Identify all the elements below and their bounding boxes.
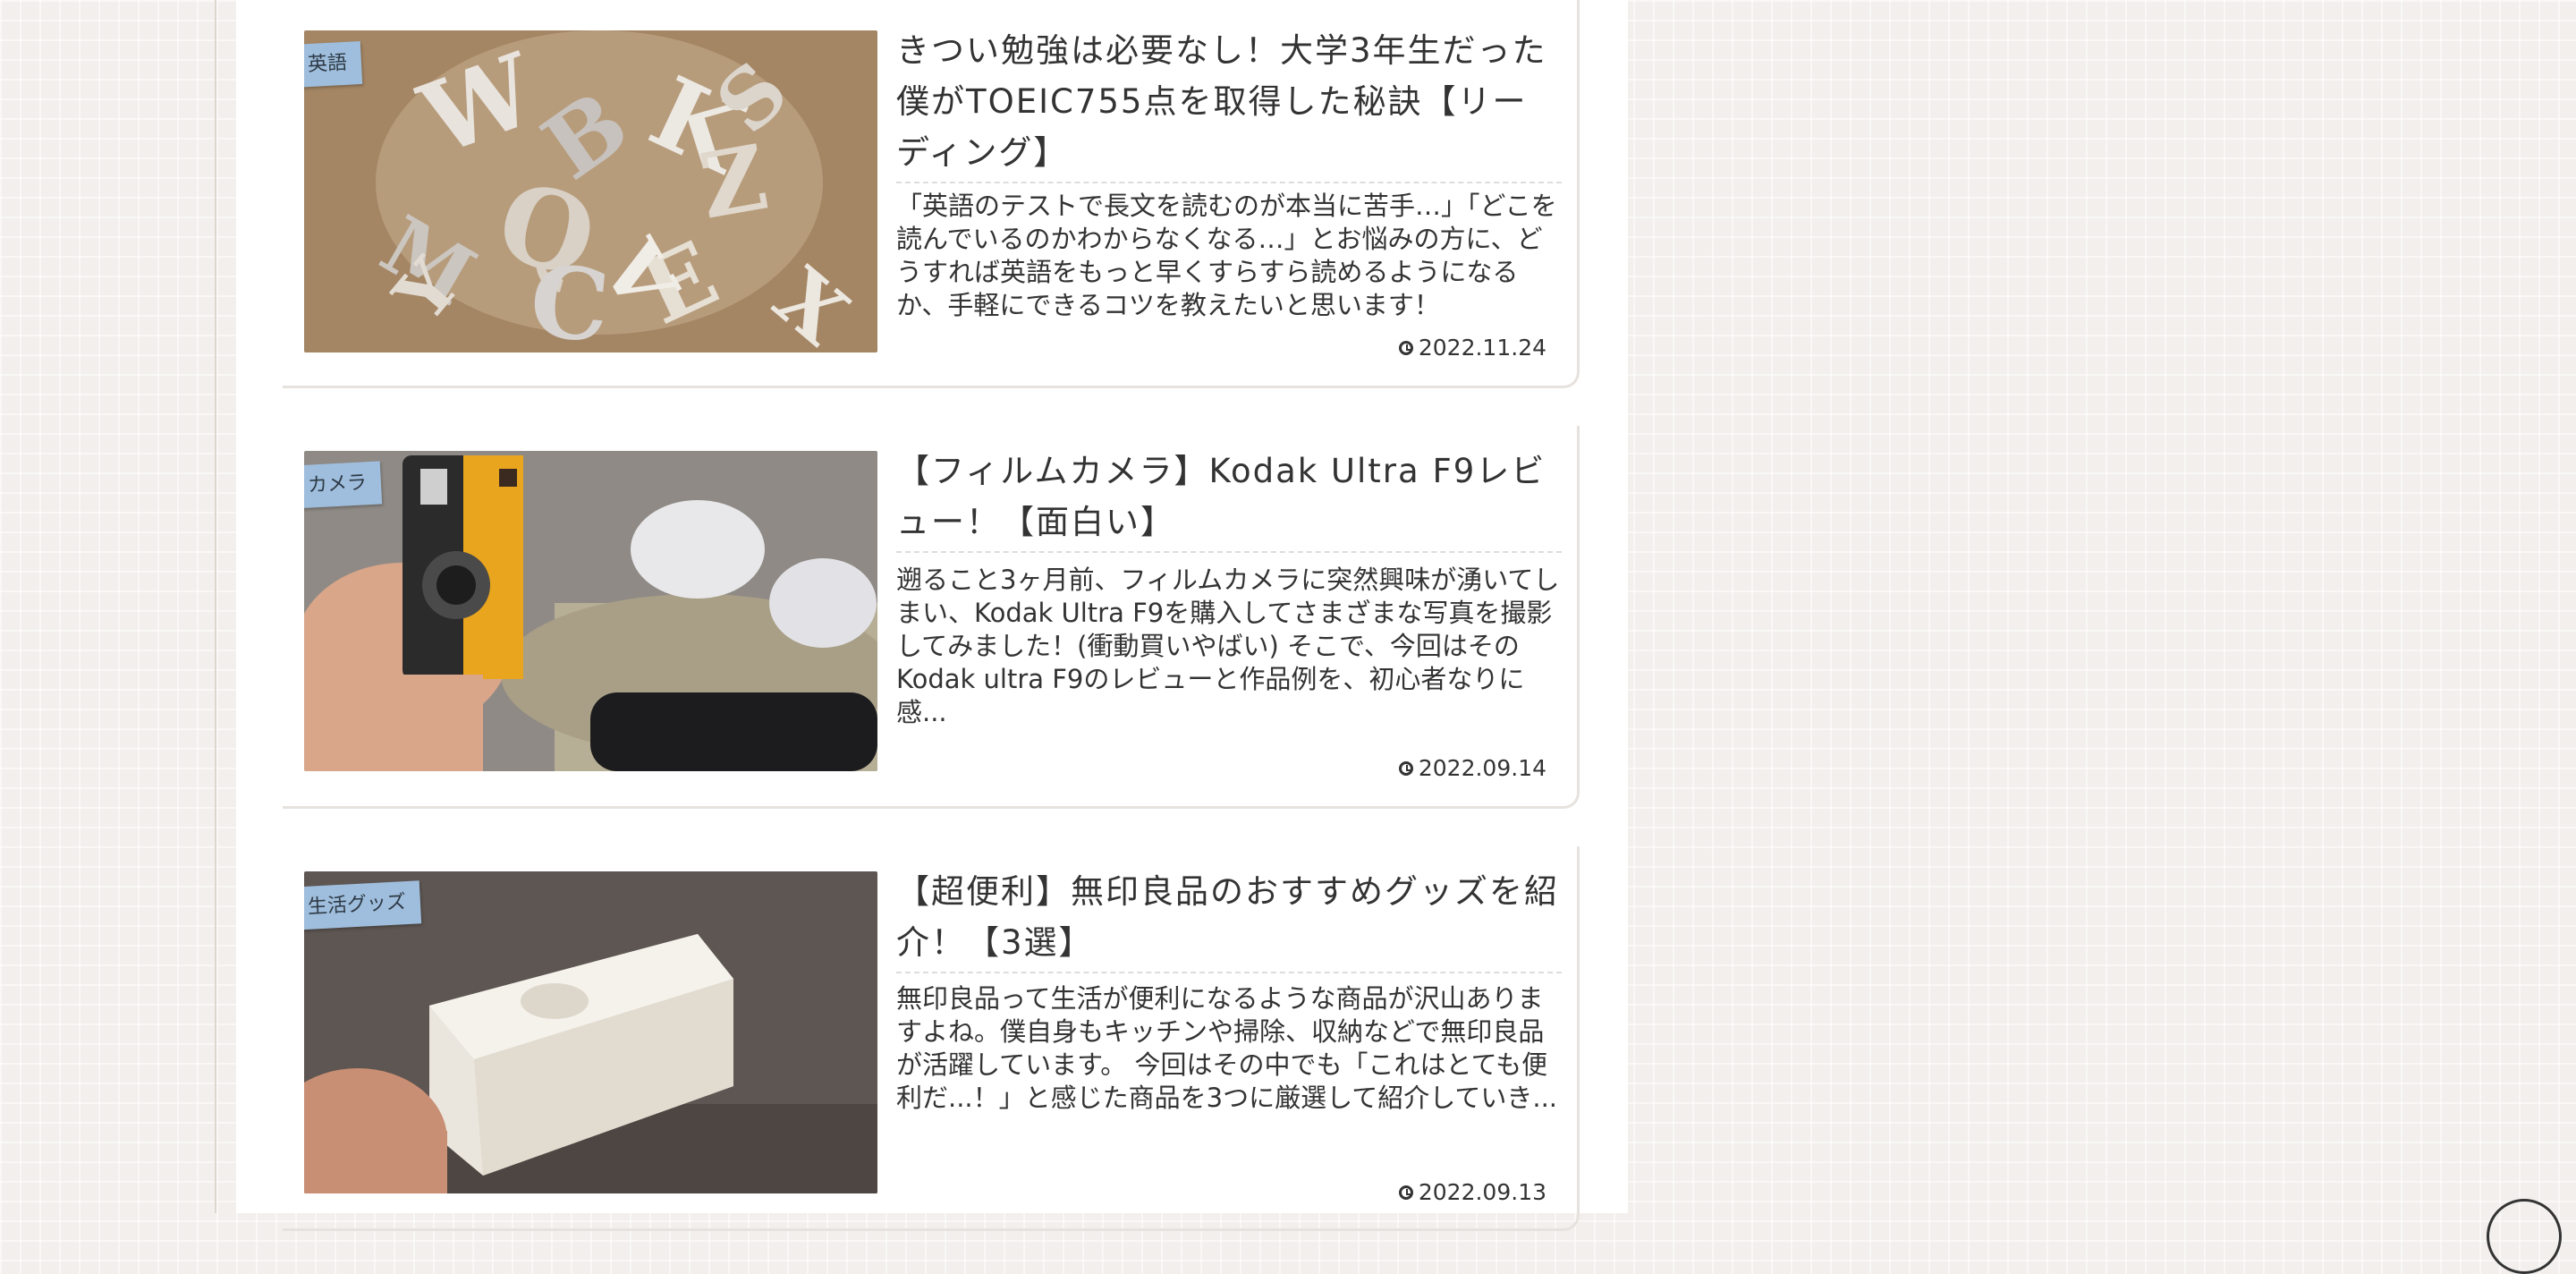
category-badge[interactable]: 英語 (304, 40, 363, 89)
category-badge[interactable]: カメラ (304, 461, 383, 509)
post-snippet: 遡ること3ヶ月前、フィルムカメラに突然興味が湧いてしまい、Kodak Ultra… (896, 565, 1560, 727)
scroll-top-button[interactable] (2487, 1199, 2562, 1274)
post-snippet: 無印良品って生活が便利になるような商品が沢山ありますよね。僕自身もキッチンや掃除… (896, 983, 1558, 1113)
sidebar-divider (215, 0, 216, 1213)
post-card[interactable]: W Q B K Z C E M X S V Y 英語 きつい勉強は必要なし！大学… (283, 0, 1580, 388)
post-date: 2022.09.14 (1398, 755, 1546, 781)
post-date-text: 2022.09.13 (1418, 1179, 1546, 1205)
wooden-letters-image: W Q B K Z C E M X S V Y (304, 30, 877, 352)
post-date: 2022.09.13 (1398, 1179, 1546, 1205)
clock-icon (1398, 760, 1413, 776)
post-thumbnail[interactable]: カメラ (304, 451, 877, 771)
clock-icon (1398, 340, 1413, 355)
post-snippet: 「英語のテストで長文を読むのが本当に苦手…」「どこを読んでいるのかわからなくなる… (896, 191, 1557, 320)
post-thumbnail[interactable]: 生活グッズ (304, 871, 877, 1193)
clock-icon (1398, 1185, 1413, 1200)
hand-holding-yellow-camera-image (304, 451, 877, 771)
post-date: 2022.11.24 (1398, 335, 1546, 361)
post-thumbnail[interactable]: W Q B K Z C E M X S V Y 英語 (304, 30, 877, 352)
category-badge[interactable]: 生活グッズ (304, 880, 422, 930)
post-card[interactable]: 生活グッズ 【超便利】無印良品のおすすめグッズを紹介！【3選】 無印良品って生活… (283, 846, 1580, 1231)
post-title[interactable]: きつい勉強は必要なし！大学3年生だった僕がTOEIC755点を取得した秘訣【リー… (896, 25, 1562, 183)
post-card[interactable]: カメラ 【フィルムカメラ】Kodak Ultra F9レビュー！【面白い】 遡る… (283, 426, 1580, 809)
post-date-text: 2022.11.24 (1418, 335, 1546, 361)
post-date-text: 2022.09.14 (1418, 755, 1546, 781)
post-title[interactable]: 【フィルムカメラ】Kodak Ultra F9レビュー！【面白い】 (896, 446, 1562, 553)
post-title[interactable]: 【超便利】無印良品のおすすめグッズを紹介！【3選】 (896, 866, 1562, 973)
